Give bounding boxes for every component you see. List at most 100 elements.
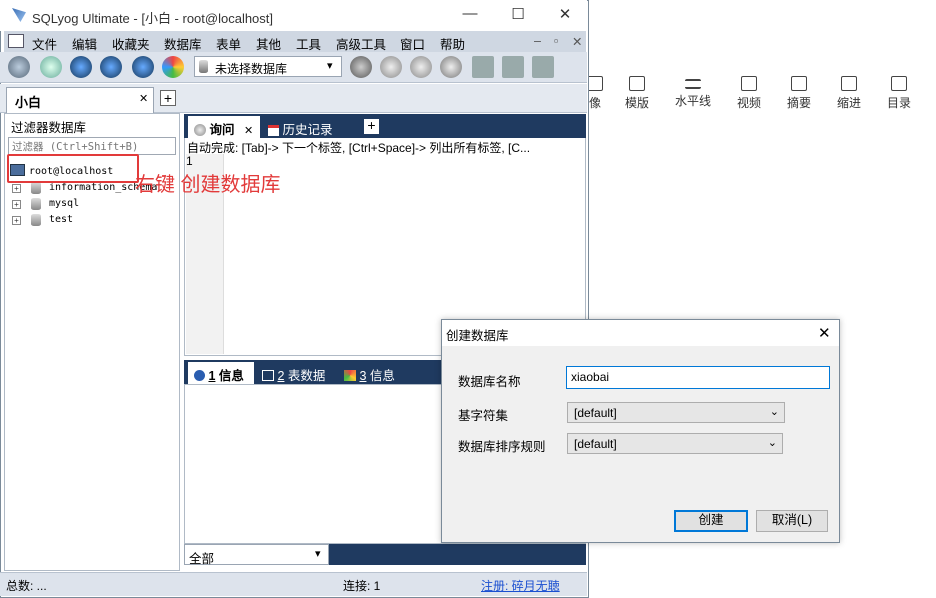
info-icon: [194, 370, 205, 381]
grid-icon[interactable]: [502, 56, 524, 78]
menu-favorites[interactable]: 收藏夹: [112, 34, 150, 53]
database-icon: [31, 214, 41, 226]
horizontal-line-icon: [685, 79, 701, 89]
connection-tab[interactable]: 小白 ✕: [6, 87, 154, 113]
bg-tool-indent[interactable]: 缩进: [824, 76, 874, 111]
copy-table-icon[interactable]: [532, 56, 554, 78]
tree-db-test[interactable]: test: [49, 214, 73, 225]
results-footer-strip: [329, 544, 586, 565]
schema-icon[interactable]: [472, 56, 494, 78]
menu-database[interactable]: 数据库: [164, 34, 202, 53]
new-connection-icon[interactable]: [8, 56, 30, 78]
expand-icon[interactable]: +: [12, 200, 21, 209]
calendar-icon: [268, 125, 279, 136]
expand-icon[interactable]: +: [12, 216, 21, 225]
tab-table-data[interactable]: 2 表数据: [256, 362, 336, 384]
bg-tool-summary[interactable]: 摘要: [774, 76, 824, 111]
database-icon: [199, 60, 208, 73]
filter-header: 过滤器数据库: [11, 121, 87, 135]
background-browser-tabs: [588, 0, 936, 8]
tab-messages[interactable]: 1 信息: [188, 362, 254, 384]
template-icon: [629, 76, 645, 91]
add-connection-tab-button[interactable]: +: [160, 90, 176, 106]
bg-tool-video[interactable]: 视频: [724, 76, 774, 111]
summary-icon: [791, 76, 807, 91]
new-query-icon[interactable]: [40, 56, 62, 78]
chevron-down-icon: ▾: [315, 548, 321, 560]
menu-file[interactable]: 文件: [32, 34, 57, 53]
status-total: 总数: ...: [6, 579, 47, 593]
collation-label: 数据库排序规则: [458, 440, 546, 454]
menu-advanced-tools[interactable]: 高级工具: [336, 34, 386, 53]
table-icon: [262, 370, 274, 381]
status-bar: 总数: ... 连接: 1 注册: 碎月无聴: [0, 572, 587, 596]
mdi-minimize-icon[interactable]: –: [534, 34, 541, 48]
expand-icon[interactable]: +: [12, 184, 21, 193]
autocomplete-hint: 自动完成: [Tab]-> 下一个标签, [Ctrl+Space]-> 列出所有…: [187, 141, 531, 155]
menu-table[interactable]: 表单: [216, 34, 241, 53]
tab-info[interactable]: 3 信息: [338, 362, 406, 384]
query-icon: [194, 124, 206, 136]
info-chart-icon: [344, 370, 356, 381]
db-name-input[interactable]: xiaobai: [566, 366, 830, 389]
dialog-title: 创建数据库: [446, 329, 509, 343]
database-icon: [31, 198, 41, 210]
register-link[interactable]: 注册: 碎月无聴: [481, 577, 560, 594]
menu-other[interactable]: 其他: [256, 34, 281, 53]
menu-help[interactable]: 帮助: [440, 34, 465, 53]
collation-select[interactable]: [default] ⌄: [567, 433, 783, 454]
bg-tool-toc[interactable]: 目录: [874, 76, 924, 111]
menu-window[interactable]: 窗口: [400, 34, 425, 53]
chevron-down-icon: ⌄: [767, 437, 777, 449]
sqlyog-logo-icon: [12, 8, 26, 22]
minimize-button[interactable]: —: [455, 5, 485, 22]
tab-close-icon[interactable]: ✕: [244, 125, 253, 137]
add-query-tab-button[interactable]: +: [364, 118, 379, 134]
tree-db-mysql[interactable]: mysql: [49, 198, 79, 209]
mdi-restore-icon[interactable]: ▫: [554, 34, 558, 48]
bg-tool-template[interactable]: 模版: [612, 76, 662, 111]
indent-icon: [841, 76, 857, 91]
results-filter-select[interactable]: 全部 ▾: [184, 544, 329, 566]
backup-db-icon[interactable]: [380, 56, 402, 78]
dialog-close-icon[interactable]: ✕: [818, 324, 831, 342]
sync-db-icon[interactable]: [440, 56, 462, 78]
annotation-text: 右键 创建数据库: [135, 174, 281, 196]
tab-query[interactable]: 询问 ✕: [188, 116, 260, 138]
user-manager-icon[interactable]: [350, 56, 372, 78]
execute-icon[interactable]: [70, 56, 92, 78]
image-icon: [587, 76, 603, 91]
mdi-close-icon[interactable]: ✕: [572, 34, 582, 49]
chevron-down-icon: ▾: [327, 60, 333, 72]
create-button[interactable]: 创建: [674, 510, 748, 532]
color-icon[interactable]: [162, 56, 184, 78]
execute-all-icon[interactable]: [100, 56, 122, 78]
dialog-title-bar: 创建数据库 ✕: [442, 320, 839, 346]
app-menu-icon[interactable]: [8, 34, 24, 48]
toc-icon: [891, 76, 907, 91]
database-icon: [31, 182, 41, 194]
db-name-label: 数据库名称: [458, 375, 521, 389]
title-bar: SQLyog Ultimate - [小白 - root@localhost] …: [0, 0, 587, 31]
restore-db-icon[interactable]: [410, 56, 432, 78]
close-button[interactable]: ✕: [550, 5, 580, 23]
maximize-button[interactable]: ☐: [503, 5, 533, 23]
filter-input[interactable]: 过滤器 (Ctrl+Shift+B): [8, 137, 176, 155]
bg-tool-hr[interactable]: 水平线: [668, 76, 718, 109]
refresh-icon[interactable]: [132, 56, 154, 78]
menu-bar: 文件 编辑 收藏夹 数据库 表单 其他 工具 高级工具 窗口 帮助 – ▫ ✕: [4, 31, 586, 52]
chevron-down-icon: ⌄: [769, 406, 779, 418]
charset-select[interactable]: [default] ⌄: [567, 402, 785, 423]
line-number: 1: [186, 154, 193, 168]
tab-history[interactable]: 历史记录: [262, 116, 358, 138]
video-icon: [741, 76, 757, 91]
status-connections: 连接: 1: [343, 579, 381, 593]
menu-edit[interactable]: 编辑: [72, 34, 97, 53]
highlight-box: [7, 154, 139, 183]
background-editor-toolbar: 像 模版 水平线 视频 摘要 缩进 目录: [587, 62, 936, 122]
tab-close-icon[interactable]: ✕: [139, 92, 148, 105]
menu-tools[interactable]: 工具: [296, 34, 321, 53]
query-tab-bar: 询问 ✕ 历史记录 +: [184, 114, 586, 138]
cancel-button[interactable]: 取消(L): [756, 510, 828, 532]
database-select[interactable]: 未选择数据库 ▾: [194, 56, 342, 77]
